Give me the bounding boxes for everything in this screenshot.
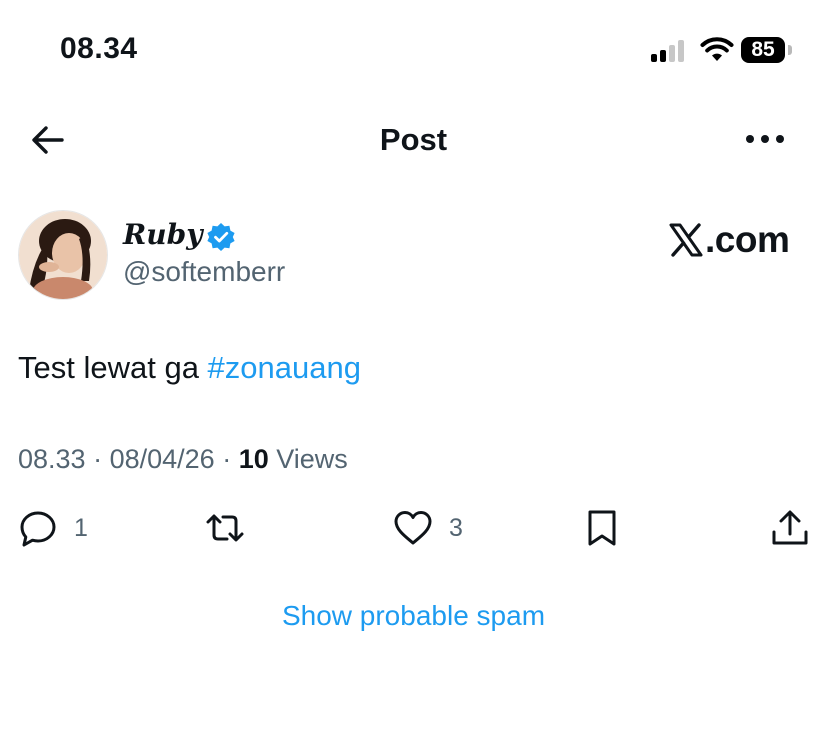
tweet-text: Test lewat ga #zonauang <box>18 350 361 386</box>
x-logo-icon <box>669 223 703 257</box>
views-label[interactable]: Views <box>269 444 348 474</box>
brand-text: .com <box>705 219 790 260</box>
battery-cap <box>788 45 792 55</box>
bookmark-icon <box>588 510 616 546</box>
signal-icon <box>651 40 691 62</box>
post-date[interactable]: 08/04/26 <box>110 444 215 474</box>
share-button[interactable] <box>770 508 810 548</box>
reply-icon <box>20 511 56 547</box>
like-count: 3 <box>449 513 463 542</box>
reply-count: 1 <box>74 513 88 542</box>
battery-icon: 85 <box>741 37 785 63</box>
bookmark-button[interactable] <box>582 508 622 548</box>
wifi-icon <box>700 37 734 61</box>
like-button[interactable]: 3 <box>393 508 463 548</box>
x-brand-watermark: .com <box>668 219 790 261</box>
battery-level: 85 <box>751 38 775 61</box>
retweet-button[interactable] <box>205 508 245 548</box>
show-probable-spam-link[interactable]: Show probable spam <box>0 600 827 632</box>
share-icon <box>772 510 808 545</box>
verified-badge-icon <box>207 223 235 251</box>
tweet-meta: 08.33 · 08/04/26 · 10 Views <box>18 444 348 475</box>
meta-separator-2: · <box>214 444 239 474</box>
page-title: Post <box>379 122 448 157</box>
author-handle[interactable]: @softemberr <box>123 256 285 288</box>
retweet-icon <box>206 514 244 542</box>
hashtag-link[interactable]: #zonauang <box>208 350 361 385</box>
status-time: 08.34 <box>60 32 138 65</box>
meta-separator: · <box>85 444 110 474</box>
tweet-body: Test lewat ga <box>18 350 208 385</box>
post-time[interactable]: 08.33 <box>18 444 86 474</box>
like-icon <box>394 511 432 545</box>
author-name[interactable]: Ruby <box>123 218 202 251</box>
views-count[interactable]: 10 <box>239 444 269 474</box>
reply-button[interactable]: 1 <box>18 508 88 548</box>
avatar[interactable] <box>18 210 108 300</box>
more-options-icon[interactable] <box>744 124 786 154</box>
